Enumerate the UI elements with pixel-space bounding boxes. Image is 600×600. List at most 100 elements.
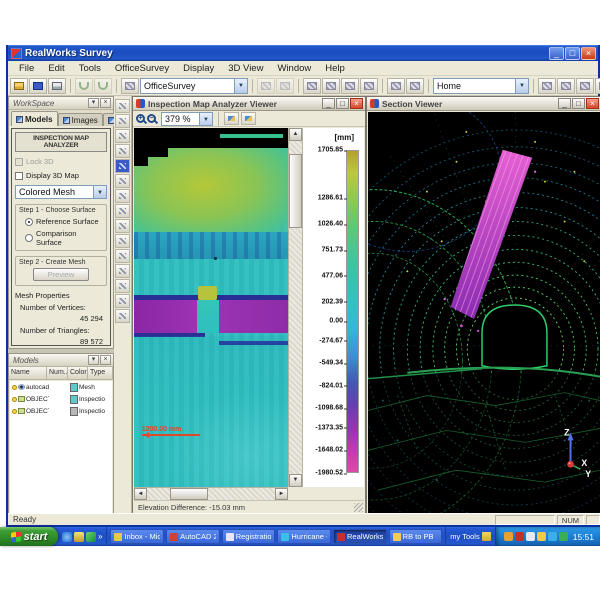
taskbar-task-registration-rep[interactable]: Registration Rep...	[222, 529, 276, 544]
chevron-down-icon[interactable]: ▼	[515, 79, 528, 93]
taskbar-task-rb-to-pb[interactable]: RB to PB	[389, 529, 443, 544]
side-tool-button[interactable]	[115, 189, 130, 203]
section-3d-view[interactable]: Z X Y	[368, 112, 600, 513]
side-tool-button[interactable]	[115, 309, 130, 323]
officesurvey-combobox[interactable]: OfficeSurvey ▼	[140, 78, 248, 94]
save-icon[interactable]	[29, 78, 47, 94]
maximize-icon[interactable]: □	[572, 98, 585, 109]
inspection-viewer-titlebar[interactable]: Inspection Map Analyzer Viewer _ □ ×	[133, 97, 365, 111]
column-header-color[interactable]: Color	[68, 367, 88, 379]
scrollbar-track[interactable]	[289, 141, 302, 474]
scrollbar-thumb[interactable]	[170, 488, 208, 500]
tray-icon[interactable]	[504, 532, 513, 541]
minimize-icon[interactable]: _	[558, 98, 571, 109]
maximize-icon[interactable]: □	[565, 47, 580, 60]
zoom-level-combobox[interactable]: 379 % ▼	[161, 112, 213, 126]
display-3d-map-checkbox[interactable]	[15, 172, 23, 180]
tool-icon-3[interactable]	[303, 78, 321, 94]
section-viewer-titlebar[interactable]: Section Viewer _ □ ×	[367, 97, 600, 111]
scrollbar-thumb[interactable]	[289, 154, 302, 227]
scroll-left-icon[interactable]: ◄	[134, 488, 147, 500]
tray-icon[interactable]	[559, 532, 568, 541]
menu-item-tools[interactable]: Tools	[72, 63, 108, 74]
panel-close-icon[interactable]: ×	[100, 355, 111, 365]
menu-item-window[interactable]: Window	[270, 63, 318, 74]
table-row[interactable]: autocad...Mesh	[10, 381, 112, 393]
minimize-icon[interactable]: _	[549, 47, 564, 60]
workspace-tool-icon[interactable]	[121, 78, 139, 94]
side-tool-button[interactable]	[115, 129, 130, 143]
panel-pin-icon[interactable]: ▾	[88, 355, 99, 365]
quicklaunch-folder-icon[interactable]	[74, 532, 84, 542]
side-tool-button[interactable]	[115, 144, 130, 158]
horizontal-scrollbar[interactable]: ◄ ►	[134, 487, 288, 500]
chevron-down-icon[interactable]: ▼	[93, 186, 106, 198]
column-header-name[interactable]: Name	[9, 367, 47, 379]
taskbar-task-autocad-2002[interactable]: AutoCAD 2002	[166, 529, 220, 544]
side-tool-button[interactable]	[115, 174, 130, 188]
window-layout-icon-4[interactable]	[595, 78, 600, 94]
window-layout-icon-3[interactable]	[576, 78, 594, 94]
menu-item-officesurvey[interactable]: OfficeSurvey	[108, 63, 176, 74]
mesh-type-combobox[interactable]: Colored Mesh ▼	[15, 185, 107, 199]
side-tool-button[interactable]	[115, 249, 130, 263]
close-icon[interactable]: ×	[581, 47, 596, 60]
tool-icon-8[interactable]	[406, 78, 424, 94]
resize-grip[interactable]	[354, 503, 363, 512]
radio-comparison-surface[interactable]: Comparison Surface	[25, 229, 103, 247]
zoom-in-icon[interactable]: +	[136, 114, 145, 123]
menu-item-file[interactable]: File	[12, 63, 41, 74]
side-tool-button[interactable]	[115, 234, 130, 248]
side-tool-button[interactable]	[115, 99, 130, 113]
side-tool-button[interactable]	[115, 264, 130, 278]
scroll-down-icon[interactable]: ▼	[289, 474, 302, 487]
radio-reference-surface[interactable]: Reference Surface	[25, 217, 103, 226]
taskbar-task-inbox-microsof[interactable]: Inbox - Microsof...	[110, 529, 164, 544]
models-table-header[interactable]: NameNum...ColorType	[9, 367, 113, 380]
side-tool-button[interactable]	[115, 219, 130, 233]
side-tool-button[interactable]	[115, 114, 130, 128]
display-3d-map-checkbox-row[interactable]: Display 3D Map	[15, 171, 107, 180]
tool-icon-4[interactable]	[322, 78, 340, 94]
scroll-right-icon[interactable]: ►	[275, 488, 288, 500]
preview-button[interactable]: Preview	[33, 268, 89, 281]
panel-pin-icon[interactable]: ▾	[88, 98, 99, 108]
radio-button[interactable]	[25, 234, 33, 242]
menu-item-help[interactable]: Help	[318, 63, 352, 74]
side-tool-button[interactable]	[115, 159, 130, 173]
tool-icon-1[interactable]	[257, 78, 275, 94]
panel-close-icon[interactable]: ×	[100, 98, 111, 108]
quicklaunch-app-icon[interactable]	[86, 532, 96, 542]
side-tool-button[interactable]	[115, 279, 130, 293]
column-header-num[interactable]: Num...	[47, 367, 68, 379]
close-icon[interactable]: ×	[586, 98, 599, 109]
column-header-type[interactable]: Type	[88, 367, 113, 379]
window-titlebar[interactable]: RealWorks Survey _ □ ×	[8, 45, 598, 61]
maximize-icon[interactable]: □	[336, 98, 349, 109]
window-layout-icon-2[interactable]	[557, 78, 575, 94]
chevron-down-icon[interactable]: ▼	[234, 79, 247, 93]
map-display-icon[interactable]	[224, 112, 239, 125]
home-combobox[interactable]: Home ▼	[433, 78, 529, 94]
side-tool-button[interactable]	[115, 294, 130, 308]
visibility-bulb-icon[interactable]	[12, 409, 17, 414]
print-icon[interactable]	[48, 78, 66, 94]
visibility-bulb-icon[interactable]	[12, 385, 17, 390]
side-tool-button[interactable]	[115, 204, 130, 218]
tool-icon-2[interactable]	[276, 78, 294, 94]
taskbar-task-realworks-survey[interactable]: RealWorks Survey	[333, 529, 387, 544]
tool-icon-6[interactable]	[360, 78, 378, 94]
visibility-bulb-icon[interactable]	[12, 397, 17, 402]
tab-models[interactable]: Models	[11, 111, 58, 126]
menu-item-3d-view[interactable]: 3D View	[221, 63, 270, 74]
chevron-more-icon[interactable]: »	[98, 532, 102, 541]
tray-icon[interactable]	[526, 532, 535, 541]
menu-item-edit[interactable]: Edit	[41, 63, 71, 74]
inspection-heatmap[interactable]: 1200.00 mm	[134, 128, 288, 487]
lock-3d-checkbox[interactable]	[15, 158, 23, 166]
tool-icon-7[interactable]	[387, 78, 405, 94]
quicklaunch-browser-icon[interactable]	[62, 532, 72, 542]
vertical-scrollbar[interactable]: ▲ ▼	[288, 128, 302, 487]
open-icon[interactable]	[10, 78, 28, 94]
tab-images[interactable]: Images	[58, 113, 103, 126]
